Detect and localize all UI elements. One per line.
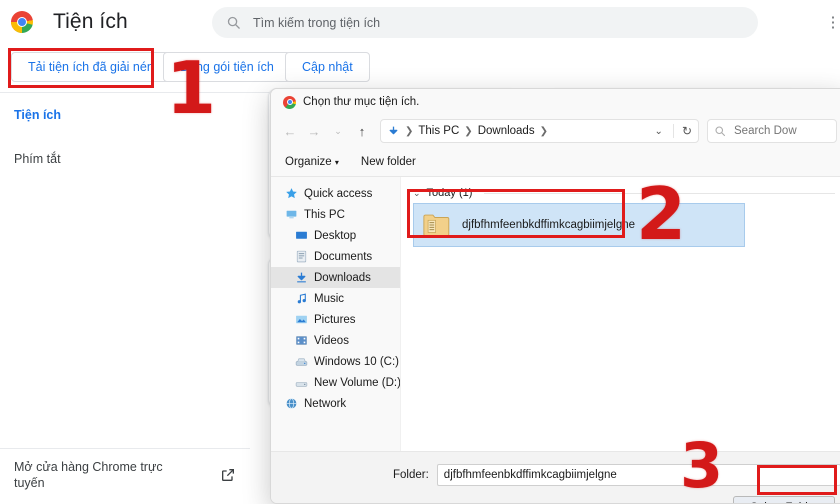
- chevron-down-icon[interactable]: ⌄: [655, 126, 665, 137]
- new-folder-button[interactable]: New folder: [361, 156, 416, 168]
- choose-folder-dialog: Chọn thư mục tiện ích. ← → ⌄ ↑ ❯ This PC…: [270, 88, 840, 504]
- external-link-icon[interactable]: [220, 467, 236, 483]
- file-list-pane: ⌄ Today (1) djfbfhmfeenbkdffimkcagbiimje…: [401, 177, 840, 451]
- breadcrumb-separator: ❯: [464, 126, 472, 137]
- update-button[interactable]: Cập nhật: [285, 52, 370, 82]
- network-icon: [285, 397, 298, 410]
- documents-icon: [295, 250, 308, 263]
- chrome-logo-icon: [11, 11, 33, 33]
- page-title: Tiện ích: [53, 10, 128, 34]
- place-item-desktop[interactable]: Desktop: [271, 225, 400, 246]
- place-item-music[interactable]: Music: [271, 288, 400, 309]
- place-label: Network: [304, 398, 346, 410]
- place-label: Documents: [314, 251, 372, 263]
- place-label: Windows 10 (C:): [314, 356, 399, 368]
- open-chrome-web-store-row[interactable]: Mở cửa hàng Chrome trực tuyến: [0, 448, 250, 500]
- place-item-pictures[interactable]: Pictures: [271, 309, 400, 330]
- star-icon: [285, 187, 298, 200]
- sidebar-item-shortcuts[interactable]: Phím tắt: [0, 144, 250, 174]
- downloaded-extension-folder[interactable]: djfbfhmfeenbkdffimkcagbiimjelgne: [413, 203, 745, 247]
- chrome-header: Tiện ích ⋮: [0, 0, 840, 44]
- open-chrome-web-store-label: Mở cửa hàng Chrome trực tuyến: [14, 459, 174, 491]
- file-group-label: Today (1): [427, 187, 473, 199]
- chevron-down-icon: ▾: [335, 158, 339, 167]
- downloads-icon: [295, 271, 308, 284]
- search-icon: [226, 15, 241, 30]
- place-label: Downloads: [314, 272, 371, 284]
- load-unpacked-button[interactable]: Tải tiện ích đã giải nén: [11, 52, 171, 82]
- place-item-this-pc[interactable]: This PC: [271, 204, 400, 225]
- breadcrumb[interactable]: ❯ This PC ❯ Downloads ❯ ⌄ ↻: [380, 119, 699, 143]
- place-item-videos[interactable]: Videos: [271, 330, 400, 351]
- organize-label: Organize: [285, 156, 332, 168]
- drive-icon: [295, 376, 308, 389]
- place-label: Pictures: [314, 314, 356, 326]
- pictures-icon: [295, 313, 308, 326]
- place-item-documents[interactable]: Documents: [271, 246, 400, 267]
- places-pane: Quick access This PC Desktop Documents D…: [271, 177, 401, 451]
- pack-extension-button[interactable]: Đóng gói tiện ích: [163, 52, 291, 82]
- organize-button[interactable]: Organize ▾: [285, 156, 339, 168]
- file-group-header[interactable]: ⌄ Today (1): [413, 187, 835, 199]
- arrow-left-icon[interactable]: ←: [279, 120, 301, 142]
- pc-icon: [285, 208, 298, 221]
- file-name-label: djfbfhmfeenbkdffimkcagbiimjelgne: [462, 218, 692, 232]
- folder-label: Folder:: [393, 469, 429, 481]
- refresh-icon[interactable]: ↻: [673, 124, 692, 138]
- chevron-down-icon[interactable]: ⌄: [413, 188, 421, 199]
- dialog-title-text: Chọn thư mục tiện ích.: [303, 96, 419, 108]
- more-vertical-icon[interactable]: ⋮: [822, 12, 840, 34]
- dialog-command-bar: Organize ▾ New folder: [271, 147, 840, 177]
- dialog-body: Quick access This PC Desktop Documents D…: [271, 177, 840, 451]
- folder-icon: [422, 211, 452, 239]
- place-label: New Volume (D:): [314, 377, 401, 389]
- breadcrumb-this-pc[interactable]: This PC: [418, 125, 459, 137]
- dialog-footer: Folder: Select Folder: [271, 451, 840, 504]
- search-input[interactable]: [251, 15, 711, 31]
- search-icon: [714, 125, 726, 137]
- downloads-arrow-icon: [387, 125, 400, 138]
- divider: [484, 193, 835, 194]
- place-item-downloads[interactable]: Downloads: [271, 267, 400, 288]
- place-label: This PC: [304, 209, 345, 221]
- extensions-toolbar: Tải tiện ích đã giải nén Đóng gói tiện í…: [0, 46, 840, 92]
- arrow-right-icon[interactable]: →: [303, 120, 325, 142]
- music-icon: [295, 292, 308, 305]
- select-folder-button[interactable]: Select Folder: [733, 496, 835, 504]
- arrow-up-icon[interactable]: ↑: [351, 120, 373, 142]
- place-label: Quick access: [304, 188, 372, 200]
- place-item-network[interactable]: Network: [271, 393, 400, 414]
- sidebar-item-extensions[interactable]: Tiện ích: [0, 100, 250, 130]
- chevron-down-icon[interactable]: ⌄: [327, 120, 349, 142]
- videos-icon: [295, 334, 308, 347]
- breadcrumb-separator: ❯: [405, 126, 413, 137]
- dialog-search-box[interactable]: [707, 119, 837, 143]
- place-item-windows-c[interactable]: Windows 10 (C:): [271, 351, 400, 372]
- breadcrumb-downloads[interactable]: Downloads: [478, 125, 535, 137]
- dialog-title-bar: Chọn thư mục tiện ích.: [271, 89, 840, 115]
- chrome-logo-icon: [283, 96, 296, 109]
- place-item-new-volume-d[interactable]: New Volume (D:): [271, 372, 400, 393]
- folder-field-row: Folder:: [393, 464, 840, 486]
- drive-icon: [295, 355, 308, 368]
- dialog-navigation-bar: ← → ⌄ ↑ ❯ This PC ❯ Downloads ❯ ⌄ ↻: [271, 115, 840, 147]
- place-item-quick-access[interactable]: Quick access: [271, 183, 400, 204]
- search-extensions-box[interactable]: [212, 7, 758, 38]
- place-label: Videos: [314, 335, 349, 347]
- folder-input[interactable]: [437, 464, 840, 486]
- extensions-sidebar: Tiện ích Phím tắt: [0, 100, 250, 174]
- desktop-icon: [295, 229, 308, 242]
- breadcrumb-separator: ❯: [540, 126, 548, 137]
- place-label: Music: [314, 293, 344, 305]
- place-label: Desktop: [314, 230, 356, 242]
- dialog-search-input[interactable]: [732, 124, 830, 138]
